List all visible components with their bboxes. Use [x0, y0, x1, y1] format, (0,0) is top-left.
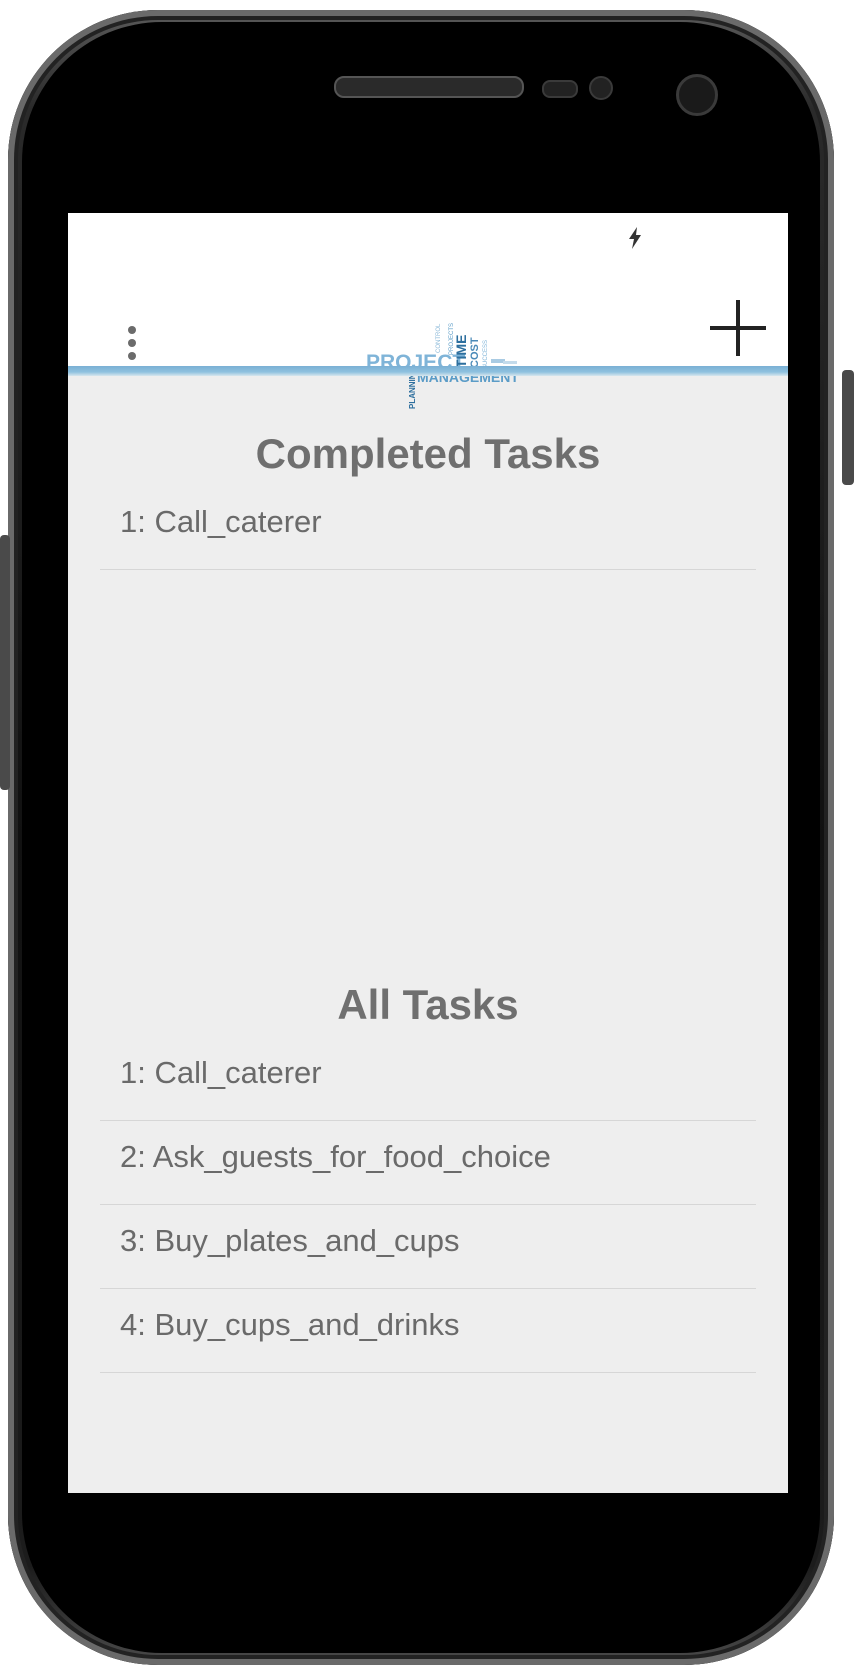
charging-icon — [629, 227, 641, 249]
completed-task-item[interactable]: 1: Call_caterer — [100, 486, 756, 570]
task-label: 1: Call_caterer — [120, 503, 322, 539]
task-item[interactable]: 1: Call_caterer — [100, 1037, 756, 1121]
light-sensor — [589, 76, 613, 100]
logo-word-success: SUCCESS — [483, 340, 489, 369]
plus-icon — [710, 300, 766, 356]
more-vert-icon-dot — [128, 352, 136, 360]
logo-word-cost: COST — [469, 337, 481, 368]
task-label: 4: Buy_cups_and_drinks — [120, 1306, 460, 1342]
all-tasks-heading: All Tasks — [337, 981, 519, 1028]
task-label: 3: Buy_plates_and_cups — [120, 1222, 460, 1258]
add-task-button[interactable] — [708, 298, 768, 358]
front-camera — [676, 74, 718, 116]
logo-word-control: CONTROL — [436, 323, 442, 353]
logo-word-projects: PROJECTS — [449, 323, 455, 355]
volume-button — [0, 535, 10, 790]
task-item[interactable]: 2: Ask_guests_for_food_choice — [100, 1121, 756, 1205]
power-button — [842, 370, 854, 485]
more-vert-icon-dot — [128, 339, 136, 347]
task-label: 2: Ask_guests_for_food_choice — [120, 1138, 551, 1174]
earpiece-speaker — [334, 76, 524, 98]
more-vert-icon — [128, 326, 136, 334]
all-task-list: 1: Call_caterer 2: Ask_guests_for_food_c… — [100, 1037, 756, 1373]
task-label: 1: Call_caterer — [120, 1054, 322, 1090]
status-bar — [68, 213, 788, 263]
app-bar-divider — [68, 366, 788, 376]
app-screen: PROJECT MANAGEMENT TIME COST PLANNING CO… — [68, 213, 788, 1493]
completed-tasks-heading: Completed Tasks — [255, 430, 601, 477]
task-item[interactable]: 3: Buy_plates_and_cups — [100, 1205, 756, 1289]
logo-word-time: TIME — [453, 335, 469, 368]
proximity-sensor — [542, 80, 578, 98]
task-item[interactable]: 4: Buy_cups_and_drinks — [100, 1289, 756, 1373]
completed-task-list: 1: Call_caterer — [100, 486, 756, 570]
app-bar: PROJECT MANAGEMENT TIME COST PLANNING CO… — [68, 263, 788, 409]
